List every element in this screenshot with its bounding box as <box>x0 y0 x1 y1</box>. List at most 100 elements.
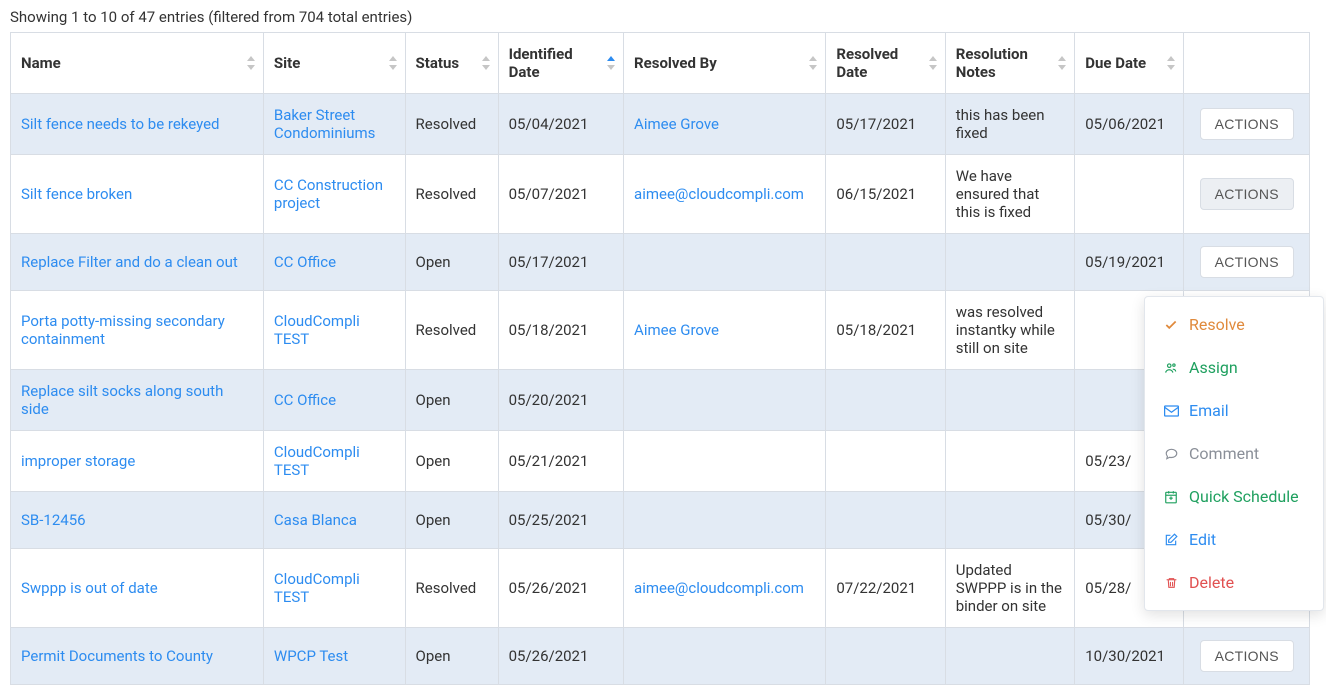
row-site-link[interactable]: Casa Blanca <box>274 511 357 529</box>
cell-resolved-by <box>624 234 826 291</box>
dropdown-comment[interactable]: Comment <box>1145 432 1323 475</box>
row-name-link[interactable]: Porta potty-missing secondary containmen… <box>21 312 225 348</box>
cell-name: Replace Filter and do a clean out <box>11 234 264 291</box>
cell-status: Resolved <box>405 155 498 234</box>
cell-due-date: 05/06/2021 <box>1075 94 1184 155</box>
dropdown-email[interactable]: Email <box>1145 389 1323 432</box>
cell-resolved-date <box>826 431 945 492</box>
table-row: Swppp is out of date CloudCompli TEST Reso… <box>11 549 1310 628</box>
table-row: Permit Documents to CountyWPCP TestOpen0… <box>11 628 1310 685</box>
cell-resolved-date: 06/15/2021 <box>826 155 945 234</box>
row-name-link[interactable]: Replace silt socks along south side <box>21 382 223 418</box>
cell-identified-date: 05/18/2021 <box>498 291 623 370</box>
row-name-link[interactable]: Replace Filter and do a clean out <box>21 253 238 271</box>
row-site-link[interactable]: CC Construction project <box>274 176 383 212</box>
cell-resolved-by <box>624 492 826 549</box>
row-site-link[interactable]: CC Office <box>274 253 336 271</box>
row-resolved-by-link[interactable]: Aimee Grove <box>634 321 719 339</box>
sort-icon <box>1058 55 1068 71</box>
cell-name: Swppp is out of date <box>11 549 264 628</box>
dropdown-label: Assign <box>1189 358 1238 377</box>
row-site-link[interactable]: CloudCompli TEST <box>274 570 360 606</box>
cell-resolved-date <box>826 234 945 291</box>
row-name-link[interactable]: Silt fence broken <box>21 185 132 203</box>
cell-resolution-notes <box>945 492 1074 549</box>
col-header-actions <box>1184 33 1310 94</box>
table-container: Name Site Status Identified Date Resolve… <box>8 32 1318 685</box>
cell-due-date <box>1075 155 1184 234</box>
cell-name: SB-12456 <box>11 492 264 549</box>
dropdown-resolve[interactable]: Resolve <box>1145 303 1323 346</box>
cell-resolved-date <box>826 492 945 549</box>
cell-actions: ACTIONS <box>1184 628 1310 685</box>
col-header-resolution-notes[interactable]: Resolution Notes <box>945 33 1074 94</box>
row-site-link[interactable]: Baker Street Condominiums <box>274 106 376 142</box>
cell-identified-date: 05/25/2021 <box>498 492 623 549</box>
dropdown-label: Quick Schedule <box>1189 487 1299 506</box>
row-name-link[interactable]: Swppp is out of date <box>21 579 158 597</box>
cell-identified-date: 05/20/2021 <box>498 370 623 431</box>
col-header-identified-date[interactable]: Identified Date <box>498 33 623 94</box>
sort-asc-active-icon <box>607 55 617 71</box>
sort-icon <box>929 55 939 71</box>
actions-button[interactable]: ACTIONS <box>1200 178 1294 210</box>
cell-status: Resolved <box>405 549 498 628</box>
sort-icon <box>809 55 819 71</box>
cell-name: Silt fence broken <box>11 155 264 234</box>
cell-resolved-date: 05/18/2021 <box>826 291 945 370</box>
sort-icon <box>1167 55 1177 71</box>
actions-button[interactable]: ACTIONS <box>1200 108 1294 140</box>
row-name-link[interactable]: Permit Documents to County <box>21 647 213 665</box>
col-header-site[interactable]: Site <box>263 33 405 94</box>
cell-status: Resolved <box>405 94 498 155</box>
cell-resolved-by: aimee@cloudcompli.com <box>624 155 826 234</box>
col-header-name[interactable]: Name <box>11 33 264 94</box>
row-name-link[interactable]: SB-12456 <box>21 511 86 529</box>
cell-actions: ACTIONS <box>1184 234 1310 291</box>
edit-icon <box>1163 533 1179 547</box>
col-header-status[interactable]: Status <box>405 33 498 94</box>
col-header-resolved-date[interactable]: Resolved Date <box>826 33 945 94</box>
sort-icon <box>247 55 257 71</box>
cell-resolution-notes: We have ensured that this is fixed <box>945 155 1074 234</box>
row-site-link[interactable]: CloudCompli TEST <box>274 312 360 348</box>
cell-name: improper storage <box>11 431 264 492</box>
cell-site: CloudCompli TEST <box>263 291 405 370</box>
cell-resolved-by: Aimee Grove <box>624 291 826 370</box>
cell-site: CloudCompli TEST <box>263 431 405 492</box>
col-header-resolved-by[interactable]: Resolved By <box>624 33 826 94</box>
comment-icon <box>1163 447 1179 461</box>
actions-button[interactable]: ACTIONS <box>1200 640 1294 672</box>
dropdown-assign[interactable]: Assign <box>1145 346 1323 389</box>
row-site-link[interactable]: CloudCompli TEST <box>274 443 360 479</box>
col-label: Name <box>21 54 61 72</box>
sort-icon <box>482 55 492 71</box>
cell-resolved-by <box>624 370 826 431</box>
col-label: Resolution Notes <box>956 45 1028 81</box>
cell-identified-date: 05/26/2021 <box>498 628 623 685</box>
cell-identified-date: 05/17/2021 <box>498 234 623 291</box>
row-resolved-by-link[interactable]: Aimee Grove <box>634 115 719 133</box>
row-resolved-by-link[interactable]: aimee@cloudcompli.com <box>634 185 804 203</box>
actions-button[interactable]: ACTIONS <box>1200 246 1294 278</box>
cell-resolution-notes: Updated SWPPP is in the binder on site <box>945 549 1074 628</box>
dropdown-delete[interactable]: Delete <box>1145 561 1323 604</box>
col-label: Status <box>416 54 460 72</box>
dropdown-label: Resolve <box>1189 315 1245 334</box>
dropdown-label: Edit <box>1189 530 1216 549</box>
cell-identified-date: 05/07/2021 <box>498 155 623 234</box>
cell-resolution-notes <box>945 628 1074 685</box>
sort-icon <box>389 55 399 71</box>
row-name-link[interactable]: improper storage <box>21 452 135 470</box>
cell-status: Resolved <box>405 291 498 370</box>
cell-status: Open <box>405 370 498 431</box>
cell-resolution-notes <box>945 431 1074 492</box>
row-site-link[interactable]: CC Office <box>274 391 336 409</box>
row-resolved-by-link[interactable]: aimee@cloudcompli.com <box>634 579 804 597</box>
dropdown-edit[interactable]: Edit <box>1145 518 1323 561</box>
cell-site: CC Office <box>263 370 405 431</box>
col-header-due-date[interactable]: Due Date <box>1075 33 1184 94</box>
dropdown-quick-schedule[interactable]: Quick Schedule <box>1145 475 1323 518</box>
row-site-link[interactable]: WPCP Test <box>274 647 348 665</box>
row-name-link[interactable]: Silt fence needs to be rekeyed <box>21 115 220 133</box>
